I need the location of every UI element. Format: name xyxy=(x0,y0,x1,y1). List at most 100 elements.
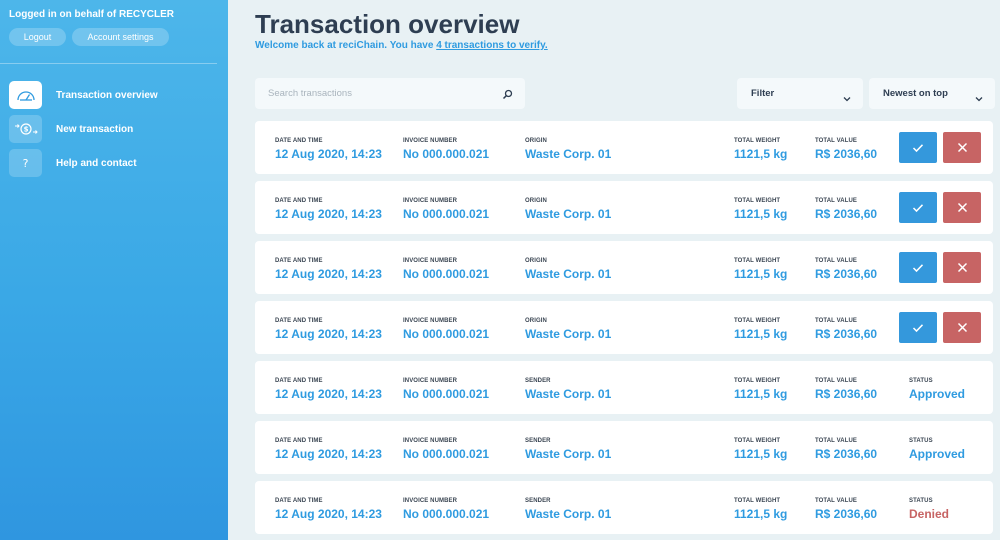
party-cell-value: Waste Corp. 01 xyxy=(525,327,612,341)
date-cell: DATE AND TIME 12 Aug 2020, 14:23 xyxy=(275,378,382,401)
deny-button[interactable] xyxy=(943,192,981,223)
gauge-icon xyxy=(9,81,42,109)
transaction-row[interactable]: DATE AND TIME 12 Aug 2020, 14:23 INVOICE N… xyxy=(255,301,993,354)
invoice-cell-label: INVOICE NUMBER xyxy=(403,498,458,504)
weight-cell-label: TOTAL WEIGHT xyxy=(734,438,781,444)
approve-button[interactable] xyxy=(899,312,937,343)
invoice-cell-value: No 000.000.021 xyxy=(403,267,490,281)
date-cell: DATE AND TIME 12 Aug 2020, 14:23 xyxy=(275,258,382,281)
weight-cell: TOTAL WEIGHT 1121,5 kg xyxy=(734,138,787,161)
search-input[interactable]: Search transactions xyxy=(255,78,525,109)
logout-button[interactable]: Logout xyxy=(9,28,66,46)
party-cell-label: ORIGIN xyxy=(525,138,547,144)
party-cell-value: Waste Corp. 01 xyxy=(525,447,612,461)
invoice-cell: INVOICE NUMBER No 000.000.021 xyxy=(403,498,489,521)
date-cell-label: DATE AND TIME xyxy=(275,198,323,204)
sidebar-item-help-and-contact[interactable]: ? Help and contact xyxy=(9,149,137,177)
value-cell-value: R$ 2036,60 xyxy=(815,327,878,341)
invoice-cell: INVOICE NUMBER No 000.000.021 xyxy=(403,318,489,341)
party-cell: SENDER Waste Corp. 01 xyxy=(525,378,611,401)
transactions-to-verify-link[interactable]: 4 transactions to verify. xyxy=(436,40,548,51)
account-settings-button[interactable]: Account settings xyxy=(72,28,169,46)
weight-cell-label: TOTAL WEIGHT xyxy=(734,198,781,204)
status-cell: STATUS Approved xyxy=(909,378,965,401)
weight-cell-value: 1121,5 kg xyxy=(734,207,788,221)
date-cell-value: 12 Aug 2020, 14:23 xyxy=(275,267,382,281)
approve-button[interactable] xyxy=(899,252,937,283)
transaction-row[interactable]: DATE AND TIME 12 Aug 2020, 14:23 INVOICE N… xyxy=(255,181,993,234)
status-cell-value: Denied xyxy=(909,507,950,521)
date-cell-value: 12 Aug 2020, 14:23 xyxy=(275,147,382,161)
check-icon xyxy=(912,203,924,212)
date-cell-value: 12 Aug 2020, 14:23 xyxy=(275,507,382,521)
weight-cell: TOTAL WEIGHT 1121,5 kg xyxy=(734,378,787,401)
value-cell: TOTAL VALUE R$ 2036,60 xyxy=(815,498,877,521)
weight-cell-label: TOTAL WEIGHT xyxy=(734,138,781,144)
weight-cell-value: 1121,5 kg xyxy=(734,387,788,401)
value-cell-value: R$ 2036,60 xyxy=(815,387,878,401)
weight-cell-value: 1121,5 kg xyxy=(734,507,788,521)
invoice-cell-label: INVOICE NUMBER xyxy=(403,138,458,144)
party-cell-value: Waste Corp. 01 xyxy=(525,267,612,281)
sidebar-item-transaction-overview[interactable]: Transaction overview xyxy=(9,81,158,109)
transaction-row[interactable]: DATE AND TIME 12 Aug 2020, 14:23 INVOICE N… xyxy=(255,421,993,474)
chevron-down-icon xyxy=(843,89,851,107)
value-cell-label: TOTAL VALUE xyxy=(815,138,857,144)
approve-button[interactable] xyxy=(899,192,937,223)
date-cell-label: DATE AND TIME xyxy=(275,378,323,384)
coins-transfer-icon: $ xyxy=(9,115,42,143)
value-cell: TOTAL VALUE R$ 2036,60 xyxy=(815,378,877,401)
party-cell: SENDER Waste Corp. 01 xyxy=(525,438,611,461)
approve-button[interactable] xyxy=(899,132,937,163)
check-icon xyxy=(912,323,924,332)
close-icon xyxy=(957,142,967,153)
close-icon xyxy=(957,262,967,273)
weight-cell: TOTAL WEIGHT 1121,5 kg xyxy=(734,258,787,281)
weight-cell-value: 1121,5 kg xyxy=(734,447,788,461)
sidebar-item-label: Help and contact xyxy=(56,157,137,169)
value-cell: TOTAL VALUE R$ 2036,60 xyxy=(815,438,877,461)
deny-button[interactable] xyxy=(943,132,981,163)
date-cell: DATE AND TIME 12 Aug 2020, 14:23 xyxy=(275,498,382,521)
date-cell: DATE AND TIME 12 Aug 2020, 14:23 xyxy=(275,198,382,221)
deny-button[interactable] xyxy=(943,312,981,343)
transaction-row[interactable]: DATE AND TIME 12 Aug 2020, 14:23 INVOICE N… xyxy=(255,481,993,534)
party-cell: SENDER Waste Corp. 01 xyxy=(525,498,611,521)
weight-cell-label: TOTAL WEIGHT xyxy=(734,318,781,324)
invoice-cell: INVOICE NUMBER No 000.000.021 xyxy=(403,438,489,461)
invoice-cell-value: No 000.000.021 xyxy=(403,327,490,341)
search-placeholder: Search transactions xyxy=(268,88,352,99)
date-cell-value: 12 Aug 2020, 14:23 xyxy=(275,327,382,341)
sidebar-divider xyxy=(0,63,217,64)
date-cell: DATE AND TIME 12 Aug 2020, 14:23 xyxy=(275,318,382,341)
sidebar-item-label: Transaction overview xyxy=(56,89,158,101)
date-cell-label: DATE AND TIME xyxy=(275,498,323,504)
value-cell-value: R$ 2036,60 xyxy=(815,447,878,461)
invoice-cell-value: No 000.000.021 xyxy=(403,387,490,401)
sort-dropdown[interactable]: Newest on top xyxy=(869,78,995,109)
weight-cell-label: TOTAL WEIGHT xyxy=(734,258,781,264)
sidebar: Logged in on behalf of RECYCLER Logout A… xyxy=(0,0,228,540)
transaction-row[interactable]: DATE AND TIME 12 Aug 2020, 14:23 INVOICE N… xyxy=(255,361,993,414)
filter-dropdown[interactable]: Filter xyxy=(737,78,863,109)
sidebar-item-new-transaction[interactable]: $ New transaction xyxy=(9,115,133,143)
weight-cell-value: 1121,5 kg xyxy=(734,147,788,161)
value-cell-label: TOTAL VALUE xyxy=(815,318,857,324)
date-cell-value: 12 Aug 2020, 14:23 xyxy=(275,387,382,401)
deny-button[interactable] xyxy=(943,252,981,283)
party-cell: ORIGIN Waste Corp. 01 xyxy=(525,258,611,281)
weight-cell: TOTAL WEIGHT 1121,5 kg xyxy=(734,498,787,521)
invoice-cell-label: INVOICE NUMBER xyxy=(403,438,458,444)
weight-cell: TOTAL WEIGHT 1121,5 kg xyxy=(734,318,787,341)
check-icon xyxy=(912,143,924,152)
value-cell: TOTAL VALUE R$ 2036,60 xyxy=(815,258,877,281)
party-cell-label: ORIGIN xyxy=(525,198,547,204)
invoice-cell-value: No 000.000.021 xyxy=(403,447,490,461)
value-cell-value: R$ 2036,60 xyxy=(815,267,878,281)
search-icon[interactable] xyxy=(502,87,513,105)
status-cell-label: STATUS xyxy=(909,378,933,384)
weight-cell-value: 1121,5 kg xyxy=(734,267,788,281)
status-cell-label: STATUS xyxy=(909,498,933,504)
transaction-row[interactable]: DATE AND TIME 12 Aug 2020, 14:23 INVOICE N… xyxy=(255,241,993,294)
transaction-row[interactable]: DATE AND TIME 12 Aug 2020, 14:23 INVOICE N… xyxy=(255,121,993,174)
